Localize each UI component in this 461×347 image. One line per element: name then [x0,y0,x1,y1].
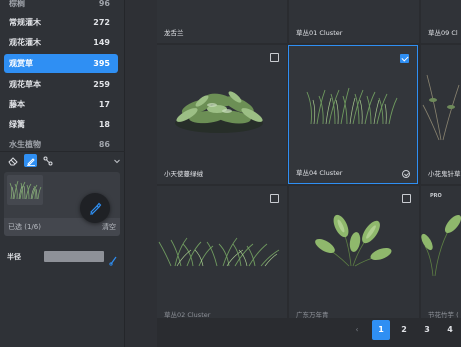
asset-card-bidens[interactable]: 小花鬼针草 [421,45,461,184]
path-tool[interactable] [41,154,54,167]
category-count: 96 [98,0,110,8]
eraser-tool[interactable] [6,154,19,167]
category-count: 272 [93,18,110,27]
category-item-hedges[interactable]: 绿篱 18 [4,115,118,134]
asset-card-aglaonema[interactable]: 广东万年青 [289,186,419,318]
category-count: 259 [93,80,110,89]
asset-name: 节花竹芋 ( [428,311,459,318]
tool-menu-toggle[interactable] [110,154,123,167]
fern-plant-image [175,91,263,133]
category-item-flowering-herbs[interactable]: 观花草本 259 [4,75,118,94]
asset-card[interactable]: 草丛01 Cluster [289,0,419,43]
category-item-aquatic[interactable]: 水生植物 86 [4,135,118,151]
page-button-1[interactable]: 1 [372,320,390,340]
category-count: 149 [93,38,110,47]
page-button-2[interactable]: 2 [395,320,413,340]
asset-card-grass04[interactable]: 草丛04 Cluster [288,45,418,184]
category-label: 观花灌木 [9,38,41,47]
asset-card-fern[interactable]: 小天使蔓绿绒 [157,45,287,184]
category-label: 观赏草 [9,59,33,68]
asset-name: 小花鬼针草 [428,170,461,178]
tool-bar [0,151,125,170]
calathea-plant-image [421,214,461,277]
asset-name: 广东万年青 [296,311,329,318]
asset-card[interactable]: 龙舌兰 [157,0,287,43]
selected-count: 已选 (1/6) [8,223,41,231]
category-list: 棕榈 96 常规灌木 272 观花灌木 149 观赏草 395 观花草本 259… [0,0,125,151]
grass-thumbnail-image [9,180,42,200]
stem-plant-image [422,74,460,141]
divider-gutter [125,0,157,347]
prev-page-button[interactable]: ‹ [348,320,366,340]
asset-name: 草丛01 Cluster [296,29,343,37]
asset-card-calathea[interactable]: PRO 节花竹芋 ( [421,186,461,318]
eraser-icon [7,156,18,165]
selected-asset-thumbnail[interactable] [7,175,43,205]
aglaonema-plant-image [315,214,392,267]
asset-name: 小天使蔓绿绒 [164,170,203,178]
asset-name: 龙舌兰 [164,29,184,37]
category-label: 绿篱 [9,120,25,129]
asset-name: 草丛02 Cluster [164,311,211,318]
sidebar: 棕榈 96 常规灌木 272 观花灌木 149 观赏草 395 观花草本 259… [0,0,125,347]
category-item-flowering-shrubs[interactable]: 观花灌木 149 [4,33,118,52]
brush-icon [26,157,35,166]
page-button-3[interactable]: 3 [418,320,436,340]
category-label: 藤本 [9,100,25,109]
downloaded-check-icon [402,170,410,178]
grass-cluster-image [158,237,280,267]
radius-link-icon[interactable] [109,251,118,270]
asset-card-grass02[interactable]: 草丛02 Cluster [157,186,287,318]
path-icon [43,156,52,165]
category-count: 395 [93,59,110,68]
category-count: 18 [98,120,110,129]
clear-selection-button[interactable]: 清空 [102,222,116,232]
category-count: 86 [98,140,110,149]
category-item-palm[interactable]: 棕榈 96 [4,0,118,13]
brush-icon [90,202,102,215]
radius-slider[interactable] [44,251,104,262]
brush-tool[interactable] [24,154,37,167]
asset-name: 草丛04 Cluster [296,169,343,177]
radius-label: 半径 [7,253,21,261]
paint-brush-button[interactable] [80,193,110,223]
link-icon [109,256,117,266]
category-label: 常规灌木 [9,18,41,27]
chevron-down-icon [113,159,120,163]
category-label: 观花草本 [9,80,41,89]
asset-card[interactable]: 草丛09 Cl [421,0,461,43]
grass-cluster-image [306,87,398,125]
category-label: 棕榈 [9,0,25,8]
category-item-ornamental-grass[interactable]: 观赏草 395 [4,54,118,73]
asset-name: 草丛09 Cl [428,29,458,37]
page-button-4[interactable]: 4 [441,320,459,340]
category-label: 水生植物 [9,140,41,149]
category-count: 17 [98,100,110,109]
category-item-vines[interactable]: 藤本 17 [4,95,118,114]
asset-grid: 龙舌兰 草丛01 Cluster 草丛09 Cl 小天使蔓绿绒 草丛04 Clu… [157,0,461,318]
category-item-shrubs[interactable]: 常规灌木 272 [4,13,118,32]
pagination: ‹ 1 2 3 4 [157,318,461,347]
